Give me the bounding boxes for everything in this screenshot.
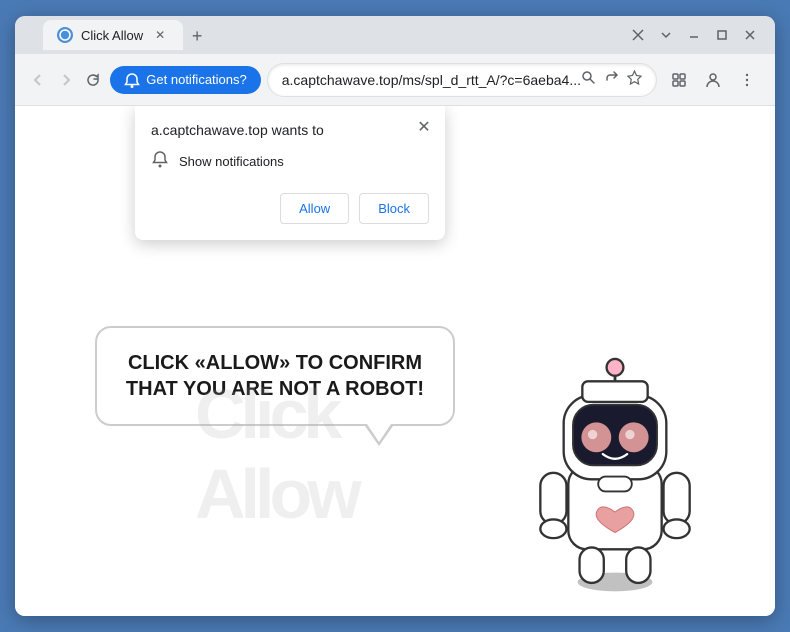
- back-button[interactable]: [27, 64, 49, 96]
- bubble-text: CLICK «ALLOW» TO CONFIRM THAT YOU ARE NO…: [126, 352, 424, 400]
- notification-popup: ✕ a.captchawave.top wants to Show notifi…: [135, 106, 445, 240]
- popup-close-button[interactable]: ✕: [413, 116, 435, 138]
- new-tab-button[interactable]: +: [183, 22, 211, 50]
- tab-close-button[interactable]: ✕: [151, 26, 169, 44]
- page-content: ✕ a.captchawave.top wants to Show notifi…: [15, 106, 775, 616]
- window-close-button[interactable]: [737, 22, 763, 48]
- allow-button[interactable]: Allow: [280, 193, 349, 224]
- notification-button[interactable]: Get notifications?: [110, 66, 260, 94]
- popup-notification-text: Show notifications: [179, 154, 284, 169]
- title-bar-controls: [625, 22, 763, 48]
- extensions-button[interactable]: [663, 64, 695, 96]
- share-icon[interactable]: [604, 70, 619, 89]
- tab-bar: Click Allow ✕ +: [43, 20, 617, 50]
- browser-window: Click Allow ✕ +: [15, 16, 775, 616]
- robot-character: [515, 316, 715, 596]
- svg-text:Allow: Allow: [195, 455, 362, 533]
- address-bar[interactable]: a.captchawave.top/ms/spl_d_rtt_A/?c=6aeb…: [267, 63, 657, 97]
- window-maximize-button[interactable]: [709, 22, 735, 48]
- refresh-button[interactable]: [83, 64, 105, 96]
- search-icon[interactable]: [581, 70, 596, 89]
- window-minimize-button[interactable]: [681, 22, 707, 48]
- chevron-down-icon[interactable]: [653, 22, 679, 48]
- url-text: a.captchawave.top/ms/spl_d_rtt_A/?c=6aeb…: [282, 72, 581, 88]
- popup-title: a.captchawave.top wants to: [151, 122, 429, 138]
- nav-right-controls: [663, 64, 763, 96]
- active-tab[interactable]: Click Allow ✕: [43, 20, 183, 50]
- title-bar: Click Allow ✕ +: [15, 16, 775, 54]
- profile-button[interactable]: [697, 64, 729, 96]
- minimize-button[interactable]: [625, 22, 651, 48]
- bell-icon: [151, 150, 169, 173]
- popup-buttons: Allow Block: [151, 193, 429, 224]
- tab-title: Click Allow: [81, 28, 143, 43]
- tab-favicon: [57, 27, 73, 43]
- block-button[interactable]: Block: [359, 193, 429, 224]
- nav-bar: Get notifications? a.captchawave.top/ms/…: [15, 54, 775, 106]
- popup-notification-row: Show notifications: [151, 150, 429, 173]
- menu-button[interactable]: [731, 64, 763, 96]
- notification-button-label: Get notifications?: [146, 72, 246, 87]
- bookmark-icon[interactable]: [627, 70, 642, 89]
- speech-bubble: CLICK «ALLOW» TO CONFIRM THAT YOU ARE NO…: [95, 326, 455, 426]
- forward-button[interactable]: [55, 64, 77, 96]
- address-bar-icons: [581, 70, 642, 89]
